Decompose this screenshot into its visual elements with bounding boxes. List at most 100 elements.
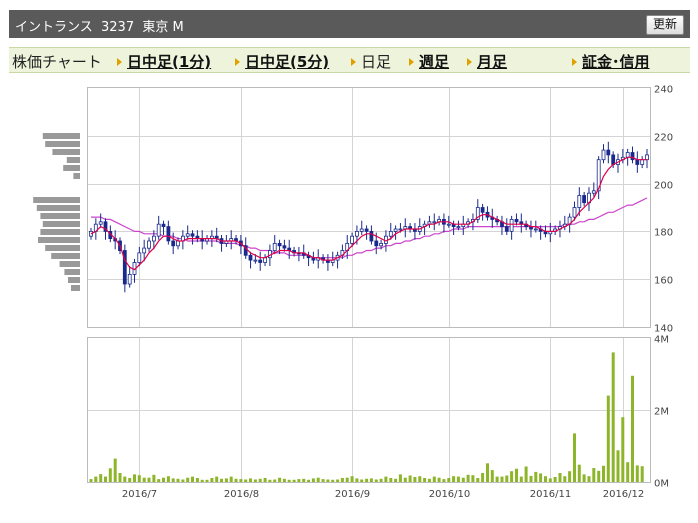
volume-bar <box>350 476 354 482</box>
candle-body <box>98 221 103 225</box>
volume-bar <box>476 478 480 482</box>
candle-body <box>509 218 514 232</box>
candle-body <box>383 235 388 244</box>
volume-bar <box>500 476 504 482</box>
volume-bar <box>427 478 431 482</box>
candle-body <box>640 159 645 165</box>
volume-bar <box>191 476 194 482</box>
volume-bar <box>273 479 277 482</box>
volume-bar <box>176 478 180 482</box>
volume-bar <box>635 465 639 482</box>
volume-bar <box>524 466 528 482</box>
volume-bar <box>563 476 567 482</box>
volume-bar <box>316 477 320 482</box>
volume-bar <box>278 477 282 482</box>
volume-bar <box>495 476 499 482</box>
price-tick-label: 140 <box>654 324 673 335</box>
profile-bar <box>45 245 80 251</box>
volume-bar <box>282 478 286 482</box>
volume-bar <box>403 477 407 482</box>
candle-body <box>137 252 142 263</box>
volume-bar <box>195 478 199 482</box>
volume-bar <box>365 478 369 482</box>
volume-bar <box>394 478 398 482</box>
volume-bar <box>384 476 388 482</box>
profile-bar <box>66 157 80 163</box>
volume-bar <box>631 375 634 482</box>
volume-bar <box>413 477 417 482</box>
volume-bar <box>166 476 170 482</box>
volume-bar <box>104 476 107 482</box>
volume-bar <box>442 479 446 482</box>
candle-body <box>398 228 403 231</box>
candle-body <box>156 223 161 237</box>
candle-body <box>258 259 263 263</box>
volume-bar <box>447 478 451 482</box>
candle-body <box>446 223 451 226</box>
volume-bar <box>374 479 378 482</box>
volume-bar <box>510 471 514 482</box>
volume-bar <box>108 468 112 482</box>
volume-bar <box>249 478 252 482</box>
price-tick-label: 200 <box>654 181 673 192</box>
candle-body <box>611 154 616 165</box>
candle-body <box>577 195 582 208</box>
volume-bar <box>229 476 233 482</box>
profile-bar <box>42 221 80 227</box>
price-tick-label: 220 <box>654 133 673 144</box>
candle-body <box>533 228 538 231</box>
volume-bar <box>548 478 552 482</box>
volume-bar <box>215 476 219 482</box>
volume-bar <box>186 477 190 482</box>
profile-bar <box>63 165 80 171</box>
volume-bar <box>568 471 572 482</box>
volume-bar <box>621 417 625 482</box>
volume-bar <box>297 479 301 482</box>
profile-bar <box>42 133 80 139</box>
volume-bar <box>224 478 228 482</box>
volume-bar <box>582 474 586 482</box>
volume-bar <box>171 478 175 482</box>
volume-bar <box>147 477 151 482</box>
volume-bar <box>162 477 165 482</box>
volume-bar <box>519 476 523 482</box>
volume-bar <box>616 450 620 482</box>
volume-bar <box>606 395 610 482</box>
candle-body <box>572 207 577 218</box>
volume-bar <box>142 477 146 482</box>
volume-bar <box>118 473 122 482</box>
volume-bar <box>239 479 243 482</box>
volume-bar <box>210 478 214 482</box>
price-panel <box>87 87 651 328</box>
candle-body <box>176 240 180 247</box>
volume-bar <box>577 464 581 482</box>
candle-body <box>166 226 171 242</box>
volume-bar <box>205 479 209 482</box>
volume-bar <box>113 458 117 482</box>
candle-body <box>190 233 195 237</box>
candle-body <box>147 240 151 249</box>
volume-bar <box>258 478 262 482</box>
candle-body <box>379 242 384 247</box>
candle-body <box>350 235 355 244</box>
volume-bar <box>253 479 257 482</box>
volume-bar <box>602 465 605 482</box>
profile-bar <box>45 141 80 147</box>
volume-bar <box>490 470 494 482</box>
profile-bar <box>52 149 80 155</box>
volume-bar <box>99 474 103 482</box>
candle-body <box>645 154 649 161</box>
candle-body <box>282 245 287 249</box>
volume-bar <box>181 479 185 482</box>
volume-bar <box>234 478 238 482</box>
candle-body <box>582 195 586 204</box>
candle-body <box>625 152 630 158</box>
candle-body <box>151 235 156 242</box>
candle-body <box>606 149 611 156</box>
candle-body <box>635 159 640 165</box>
volume-bar <box>553 477 557 482</box>
volume-bar <box>263 478 267 482</box>
volume-bar <box>369 478 373 482</box>
candle-body <box>630 152 635 161</box>
volume-bar <box>379 478 383 482</box>
